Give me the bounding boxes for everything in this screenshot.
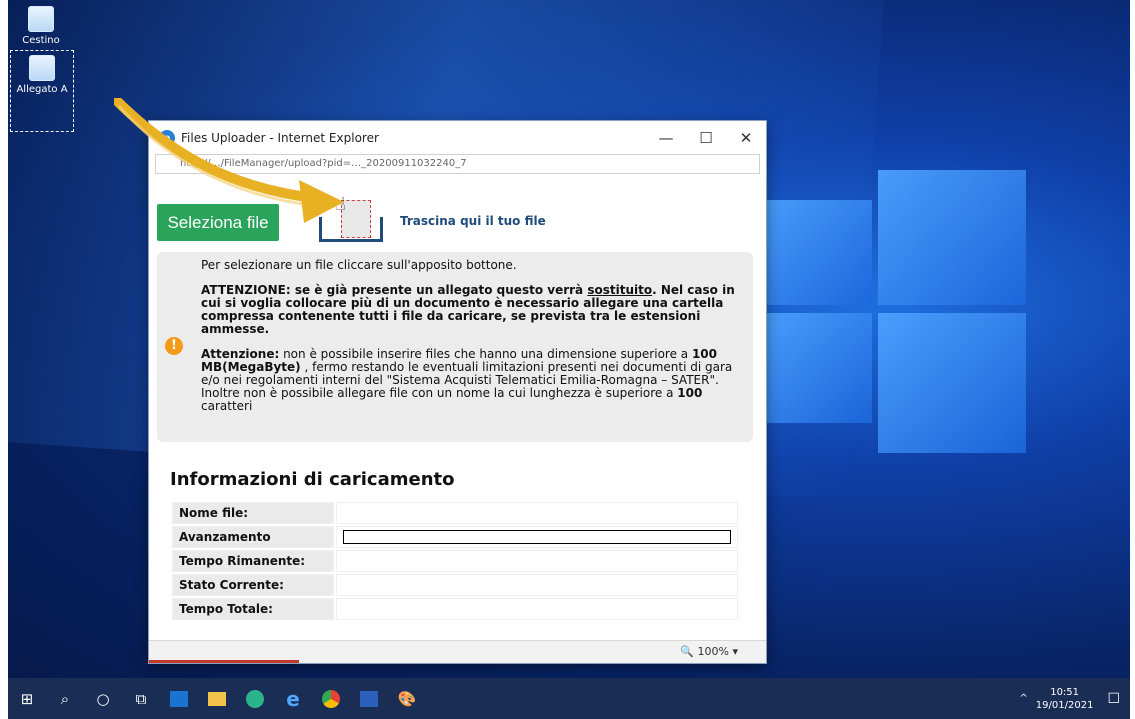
desktop: Cestino Allegato A e Files Uploader - In… bbox=[8, 0, 1130, 719]
word-document-icon bbox=[29, 55, 55, 81]
status-indicator bbox=[149, 660, 299, 663]
warning-text: ATTENZIONE: se è già presente un allegat… bbox=[201, 283, 588, 297]
table-row: Avanzamento bbox=[172, 526, 738, 548]
clock[interactable]: 10:51 19/01/2021 bbox=[1036, 686, 1094, 712]
desktop-icon-allegato-a[interactable]: Allegato A bbox=[10, 50, 74, 132]
current-state-value bbox=[336, 574, 738, 596]
table-row: Stato Corrente: bbox=[172, 574, 738, 596]
desktop-icon-recycle-bin[interactable]: Cestino bbox=[10, 2, 72, 47]
upload-info-table: Nome file: Avanzamento Tempo Rimanente: … bbox=[170, 500, 740, 622]
warning-icon: ! bbox=[165, 337, 183, 355]
cortana-icon[interactable]: ○ bbox=[84, 678, 122, 719]
info-text: Per selezionare un file cliccare sull'ap… bbox=[201, 259, 746, 425]
chevron-up-icon[interactable]: ^ bbox=[1019, 693, 1027, 704]
row-label: Stato Corrente: bbox=[172, 574, 334, 596]
drop-zone[interactable]: ☝ bbox=[319, 194, 383, 242]
progress-bar bbox=[343, 530, 731, 544]
windows-logo-pane-top-left bbox=[760, 200, 872, 305]
drop-zone-label: Trascina qui il tuo file bbox=[400, 214, 546, 228]
total-time-value bbox=[336, 598, 738, 620]
taskbar: ⊞ ⌕ ○ ⧉ e 🎨 ^ 10:51 19/01/2021 ☐ bbox=[8, 678, 1130, 719]
tray-icon bbox=[319, 217, 383, 242]
windows-logo-pane-bottom-left bbox=[760, 313, 872, 423]
window-titlebar[interactable]: e Files Uploader - Internet Explorer — ☐… bbox=[149, 121, 766, 154]
window-title: Files Uploader - Internet Explorer bbox=[181, 130, 379, 145]
attenzione-label: Attenzione: bbox=[201, 347, 280, 361]
progress-cell bbox=[336, 526, 738, 548]
browser-window: e Files Uploader - Internet Explorer — ☐… bbox=[149, 121, 766, 663]
chrome-icon[interactable] bbox=[312, 678, 350, 719]
name-limit: 100 bbox=[677, 386, 703, 400]
paint-icon[interactable]: 🎨 bbox=[388, 678, 426, 719]
table-row: Nome file: bbox=[172, 502, 738, 524]
edge-icon[interactable] bbox=[236, 678, 274, 719]
hand-icon: ☝ bbox=[335, 194, 346, 215]
warning-underline: sostituito bbox=[587, 283, 653, 297]
file-explorer-icon[interactable] bbox=[198, 678, 236, 719]
notification-icon[interactable]: ☐ bbox=[1107, 691, 1120, 707]
limits-text-1: non è possibile inserire files che hanno… bbox=[279, 347, 692, 361]
outlook-icon[interactable] bbox=[160, 678, 198, 719]
maximize-button[interactable]: ☐ bbox=[686, 129, 726, 147]
upload-info-title: Informazioni di caricamento bbox=[170, 469, 455, 490]
word-icon[interactable] bbox=[350, 678, 388, 719]
recycle-bin-icon bbox=[28, 6, 54, 32]
zoom-icon: 🔍 bbox=[680, 645, 695, 658]
internet-explorer-icon[interactable]: e bbox=[274, 678, 312, 719]
row-label: Tempo Rimanente: bbox=[172, 550, 334, 572]
windows-logo-pane-bottom-right bbox=[878, 313, 1026, 453]
row-label: Avanzamento bbox=[172, 526, 334, 548]
row-label: Nome file: bbox=[172, 502, 334, 524]
remaining-time-value bbox=[336, 550, 738, 572]
minimize-button[interactable]: — bbox=[646, 129, 686, 147]
limits-paragraph: Attenzione: non è possibile inserire fil… bbox=[201, 348, 746, 413]
zoom-level[interactable]: 🔍 100% ▾ bbox=[680, 645, 738, 658]
select-file-button[interactable]: Seleziona file bbox=[157, 204, 279, 241]
limits-text-3: caratteri bbox=[201, 399, 253, 413]
status-bar: 🔍 100% ▾ bbox=[149, 640, 766, 663]
clock-date: 19/01/2021 bbox=[1035, 699, 1094, 711]
info-line: Per selezionare un file cliccare sull'ap… bbox=[201, 258, 517, 272]
uploader-content: Seleziona file ☝ Trascina qui il tuo fil… bbox=[149, 179, 766, 641]
desktop-icon-label: Cestino bbox=[22, 35, 60, 46]
close-button[interactable]: ✕ bbox=[726, 129, 766, 147]
internet-explorer-icon: e bbox=[159, 129, 175, 146]
windows-logo-pane-top-right bbox=[878, 170, 1026, 305]
info-box: ! Per selezionare un file cliccare sull'… bbox=[157, 252, 753, 442]
table-row: Tempo Totale: bbox=[172, 598, 738, 620]
zoom-value: 100% bbox=[697, 645, 729, 658]
file-name-value bbox=[336, 502, 738, 524]
start-icon[interactable]: ⊞ bbox=[8, 678, 46, 719]
search-icon[interactable]: ⌕ bbox=[46, 678, 84, 719]
system-tray: ^ 10:51 19/01/2021 ☐ bbox=[1019, 678, 1120, 719]
table-row: Tempo Rimanente: bbox=[172, 550, 738, 572]
warning-paragraph: ATTENZIONE: se è già presente un allegat… bbox=[201, 284, 746, 336]
row-label: Tempo Totale: bbox=[172, 598, 334, 620]
task-view-icon[interactable]: ⧉ bbox=[122, 678, 160, 719]
address-bar[interactable]: http://…/FileManager/upload?pid=…_202009… bbox=[155, 154, 760, 174]
desktop-icon-label: Allegato A bbox=[16, 84, 68, 95]
clock-time: 10:51 bbox=[1050, 686, 1080, 698]
